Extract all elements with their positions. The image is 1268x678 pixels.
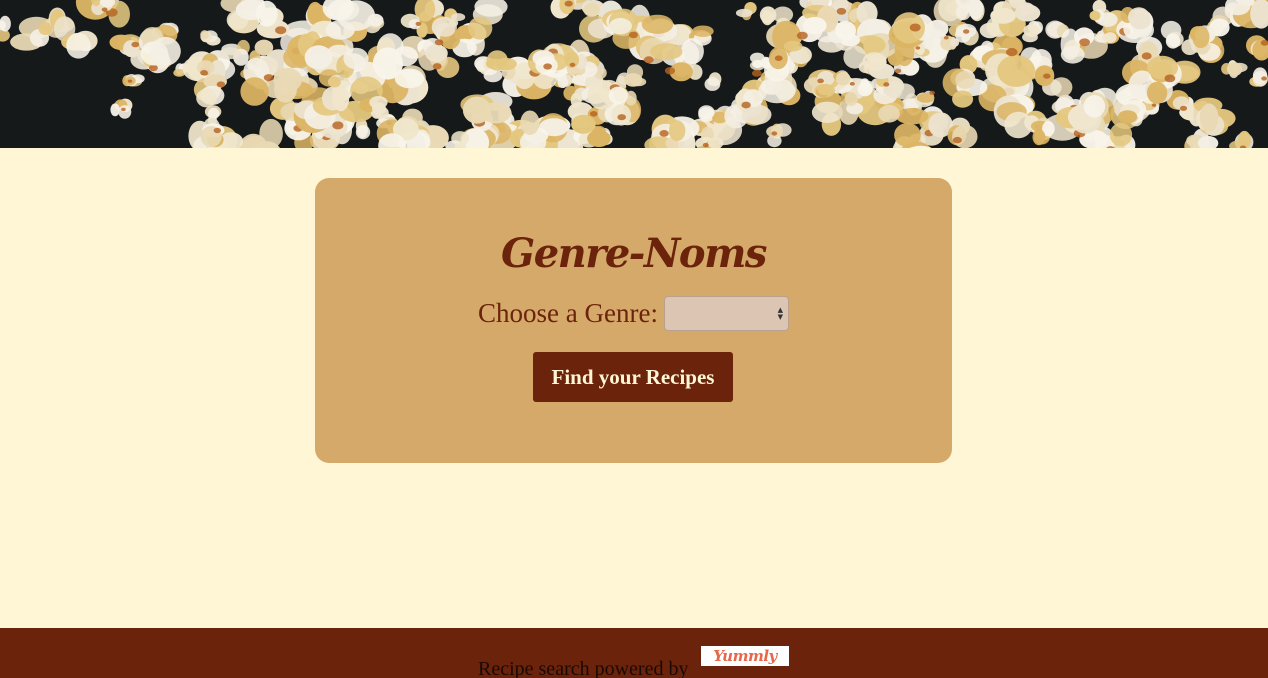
footer: Recipe search powered by Yummly <box>0 628 1268 678</box>
genre-select[interactable]: ▲ ▼ <box>663 295 789 331</box>
find-recipes-button[interactable]: Find your Recipes <box>533 352 733 402</box>
genre-row: Choose a Genre: ▲ ▼ <box>315 294 952 332</box>
popcorn-banner <box>0 0 1268 148</box>
page-title: Genre-Noms <box>501 230 767 277</box>
popcorn-image <box>0 0 1268 148</box>
genre-card: Genre-Noms Choose a Genre: ▲ ▼ Find your … <box>315 178 952 463</box>
select-arrows-icon: ▲ ▼ <box>777 305 783 321</box>
genre-label: Choose a Genre: <box>478 297 658 328</box>
yummly-logo[interactable]: Yummly <box>701 646 789 666</box>
powered-by-text: Recipe search powered by <box>478 658 689 678</box>
yummly-logo-text: Yummly <box>713 647 777 665</box>
